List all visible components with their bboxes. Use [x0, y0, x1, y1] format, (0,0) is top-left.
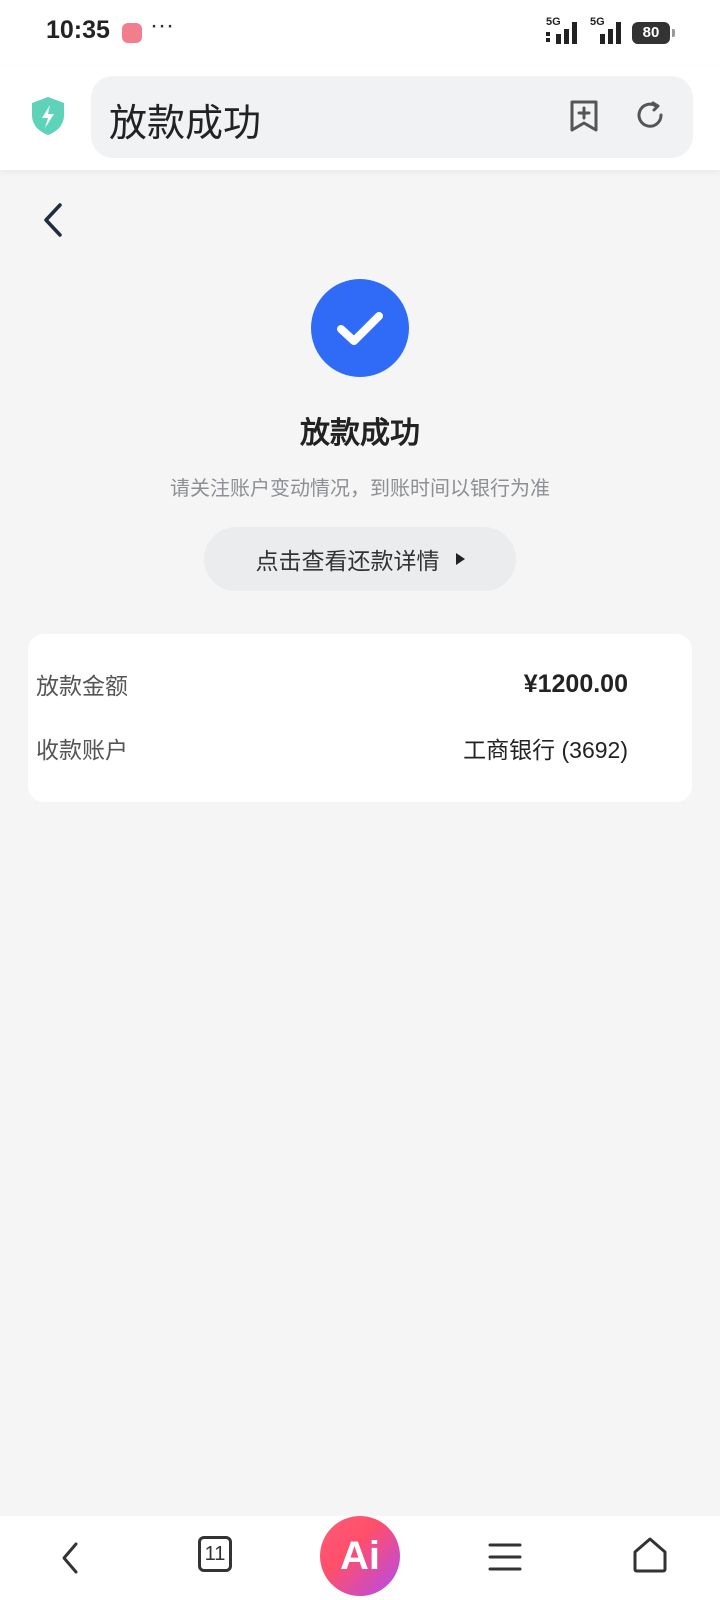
ai-assistant-button[interactable]: Ai: [320, 1516, 400, 1596]
result-title: 放款成功: [300, 416, 420, 451]
signal-icon-2: 5G: [590, 16, 626, 46]
menu-icon[interactable]: [488, 1542, 522, 1572]
receiving-account-value: 工商银行 (3692): [463, 737, 628, 763]
security-shield-icon[interactable]: [30, 96, 66, 136]
loan-info-card: [28, 634, 692, 802]
browser-bottom-nav: 11 Ai: [0, 1516, 720, 1600]
status-bar: 10:35 ··· 5G 5G 80: [0, 0, 720, 66]
result-subtitle: 请关注账户变动情况，到账时间以银行为准: [170, 476, 550, 500]
network-type-label: 5G: [546, 16, 561, 28]
info-label: 放款金额: [36, 674, 128, 700]
page-title: 放款成功: [109, 101, 262, 145]
success-check-icon: [311, 279, 409, 377]
battery-icon: 80: [632, 22, 675, 44]
info-row-amount: 放款金额 ¥1200.00: [36, 664, 628, 704]
loan-amount-value: ¥1200.00: [523, 669, 628, 698]
tabs-count-button[interactable]: 11: [198, 1536, 232, 1572]
info-row-account: 收款账户 工商银行 (3692): [36, 728, 628, 768]
network-type-label-2: 5G: [590, 16, 605, 28]
info-label: 收款账户: [36, 738, 128, 764]
triangle-right-icon: [455, 553, 465, 565]
address-bar[interactable]: 放款成功: [91, 76, 693, 158]
browser-toolbar: 放款成功: [0, 66, 720, 170]
status-time: 10:35: [46, 16, 110, 44]
notification-app-icon: [122, 23, 142, 43]
view-repayment-details-button[interactable]: 点击查看还款详情: [204, 527, 516, 591]
signal-icon: 5G: [546, 16, 582, 46]
refresh-icon[interactable]: [632, 98, 668, 134]
detail-button-label: 点击查看还款详情: [255, 549, 440, 575]
back-icon[interactable]: [38, 200, 68, 240]
more-notifications-icon: ···: [150, 12, 174, 39]
home-icon[interactable]: [632, 1536, 668, 1574]
nav-back-icon[interactable]: [54, 1538, 86, 1578]
add-bookmark-icon[interactable]: [566, 98, 602, 134]
